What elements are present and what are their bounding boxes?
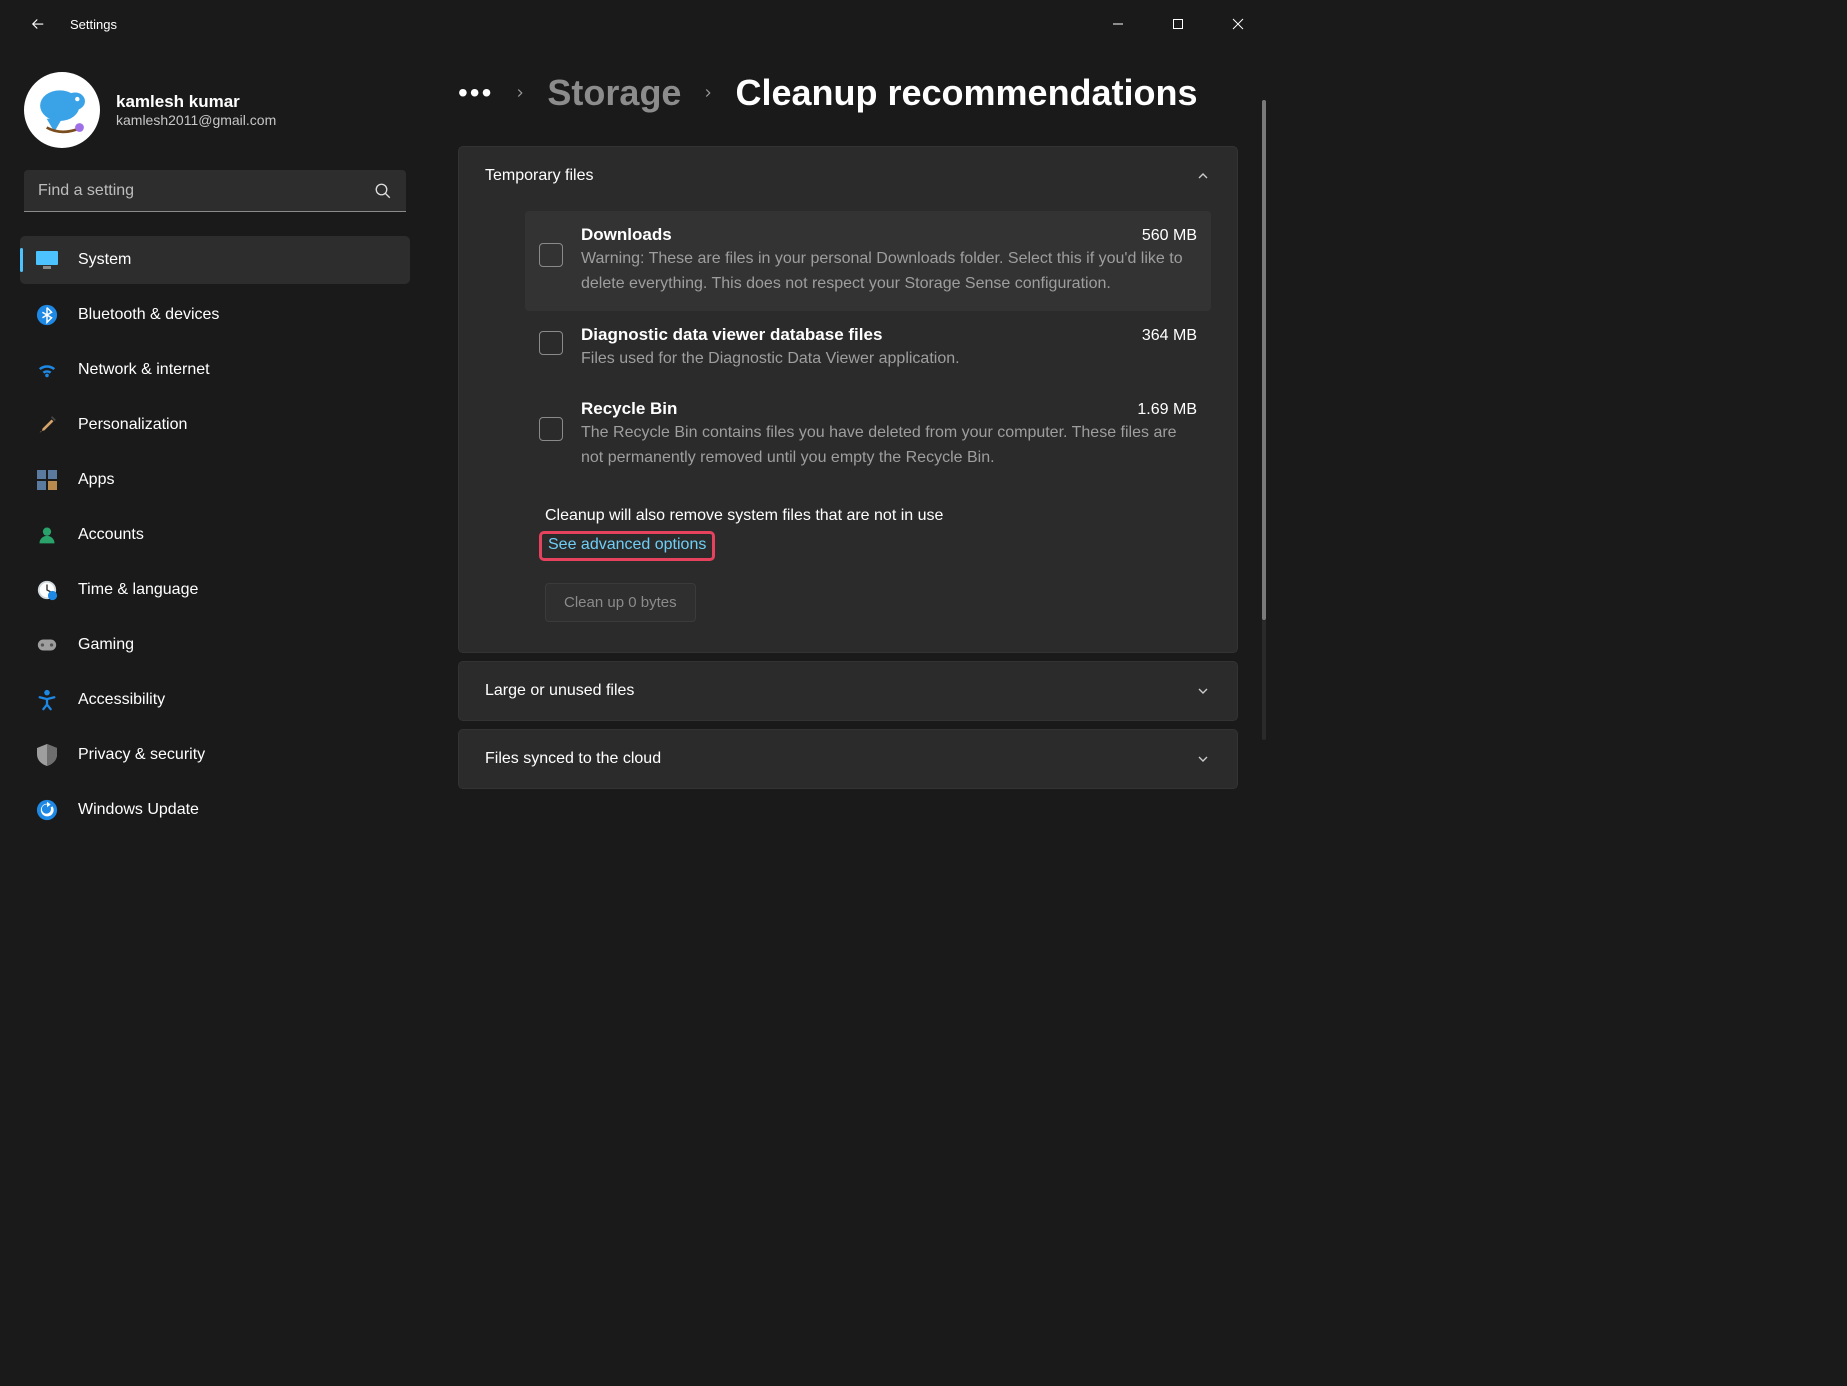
sidebar-item-accessibility[interactable]: Accessibility — [20, 676, 410, 724]
cleanup-note: Cleanup will also remove system files th… — [545, 507, 1211, 525]
sidebar-item-personalization[interactable]: Personalization — [20, 401, 410, 449]
sidebar-item-label: Accessibility — [78, 691, 165, 709]
sidebar-item-label: Personalization — [78, 416, 187, 434]
sidebar-item-label: Time & language — [78, 581, 198, 599]
close-button[interactable] — [1208, 0, 1268, 48]
item-title: Diagnostic data viewer database files — [581, 325, 882, 345]
profile-name: kamlesh kumar — [116, 92, 276, 112]
window-controls — [1088, 0, 1268, 48]
sidebar-item-label: System — [78, 251, 131, 269]
panel-header-temporary[interactable]: Temporary files — [459, 147, 1237, 205]
chevron-right-icon — [701, 86, 715, 100]
sidebar-item-privacy[interactable]: Privacy & security — [20, 731, 410, 779]
sidebar-item-gaming[interactable]: Gaming — [20, 621, 410, 669]
item-title: Downloads — [581, 225, 672, 245]
person-icon — [36, 524, 58, 546]
avatar — [24, 72, 100, 148]
sidebar-item-label: Apps — [78, 471, 114, 489]
app-title: Settings — [70, 17, 117, 32]
panel-large-files: Large or unused files — [458, 661, 1238, 721]
nav-list: System Bluetooth & devices Network & int… — [20, 236, 410, 834]
sidebar-item-accounts[interactable]: Accounts — [20, 511, 410, 559]
sidebar-item-label: Windows Update — [78, 801, 199, 819]
item-desc: Files used for the Diagnostic Data Viewe… — [581, 347, 1197, 372]
sidebar: kamlesh kumar kamlesh2011@gmail.com Syst… — [0, 48, 420, 952]
panel-title: Files synced to the cloud — [485, 750, 661, 768]
panel-title: Temporary files — [485, 167, 593, 185]
accessibility-icon — [36, 689, 58, 711]
panel-header-large[interactable]: Large or unused files — [459, 662, 1237, 720]
update-icon — [36, 799, 58, 821]
search-row — [24, 170, 406, 212]
panel-synced-files: Files synced to the cloud — [458, 729, 1238, 789]
bluetooth-icon — [36, 304, 58, 326]
item-size: 560 MB — [1142, 227, 1197, 245]
scrollbar[interactable] — [1262, 100, 1266, 740]
checkbox-recycle[interactable] — [539, 417, 563, 441]
brush-icon — [36, 414, 58, 436]
gamepad-icon — [36, 634, 58, 656]
profile-block[interactable]: kamlesh kumar kamlesh2011@gmail.com — [20, 62, 410, 170]
chevron-up-icon — [1195, 168, 1211, 184]
panel-title: Large or unused files — [485, 682, 634, 700]
maximize-button[interactable] — [1148, 0, 1208, 48]
breadcrumb-current: Cleanup recommendations — [735, 72, 1197, 114]
see-advanced-link[interactable]: See advanced options — [548, 536, 706, 553]
sidebar-item-label: Gaming — [78, 636, 134, 654]
sidebar-item-time-language[interactable]: Time & language — [20, 566, 410, 614]
back-button[interactable] — [18, 15, 58, 33]
item-diagnostic[interactable]: Diagnostic data viewer database files 36… — [525, 311, 1211, 386]
titlebar: Settings — [0, 0, 1268, 48]
panel-temporary-files: Temporary files Downloads 560 MB Warning… — [458, 146, 1238, 653]
item-size: 364 MB — [1142, 327, 1197, 345]
chevron-down-icon — [1195, 751, 1211, 767]
sidebar-item-label: Accounts — [78, 526, 144, 544]
apps-icon — [36, 469, 58, 491]
sidebar-item-network[interactable]: Network & internet — [20, 346, 410, 394]
scrollbar-thumb[interactable] — [1262, 100, 1266, 620]
checkbox-diagnostic[interactable] — [539, 331, 563, 355]
breadcrumb: ••• Storage Cleanup recommendations — [458, 72, 1238, 114]
search-icon — [374, 182, 392, 200]
breadcrumb-more[interactable]: ••• — [458, 77, 493, 109]
sidebar-item-label: Network & internet — [78, 361, 210, 379]
sidebar-item-windows-update[interactable]: Windows Update — [20, 786, 410, 834]
panel-body-temporary: Downloads 560 MB Warning: These are file… — [459, 205, 1237, 652]
item-size: 1.69 MB — [1137, 401, 1197, 419]
profile-email: kamlesh2011@gmail.com — [116, 112, 276, 128]
sidebar-item-label: Bluetooth & devices — [78, 306, 219, 324]
main-content: ••• Storage Cleanup recommendations Temp… — [420, 48, 1268, 952]
sidebar-item-label: Privacy & security — [78, 746, 205, 764]
sidebar-item-apps[interactable]: Apps — [20, 456, 410, 504]
breadcrumb-storage[interactable]: Storage — [547, 72, 681, 114]
sidebar-item-bluetooth[interactable]: Bluetooth & devices — [20, 291, 410, 339]
shield-icon — [36, 744, 58, 766]
minimize-button[interactable] — [1088, 0, 1148, 48]
system-icon — [36, 249, 58, 271]
item-desc: Warning: These are files in your persona… — [581, 247, 1197, 297]
item-title: Recycle Bin — [581, 399, 677, 419]
sidebar-item-system[interactable]: System — [20, 236, 410, 284]
clock-icon — [36, 579, 58, 601]
wifi-icon — [36, 359, 58, 381]
cleanup-button[interactable]: Clean up 0 bytes — [545, 583, 696, 622]
search-input[interactable] — [24, 170, 406, 212]
chevron-down-icon — [1195, 683, 1211, 699]
panel-header-synced[interactable]: Files synced to the cloud — [459, 730, 1237, 788]
item-desc: The Recycle Bin contains files you have … — [581, 421, 1197, 471]
item-recycle-bin[interactable]: Recycle Bin 1.69 MB The Recycle Bin cont… — [525, 385, 1211, 485]
item-downloads[interactable]: Downloads 560 MB Warning: These are file… — [525, 211, 1211, 311]
highlight-annotation: See advanced options — [539, 531, 715, 561]
chevron-right-icon — [513, 86, 527, 100]
checkbox-downloads[interactable] — [539, 243, 563, 267]
